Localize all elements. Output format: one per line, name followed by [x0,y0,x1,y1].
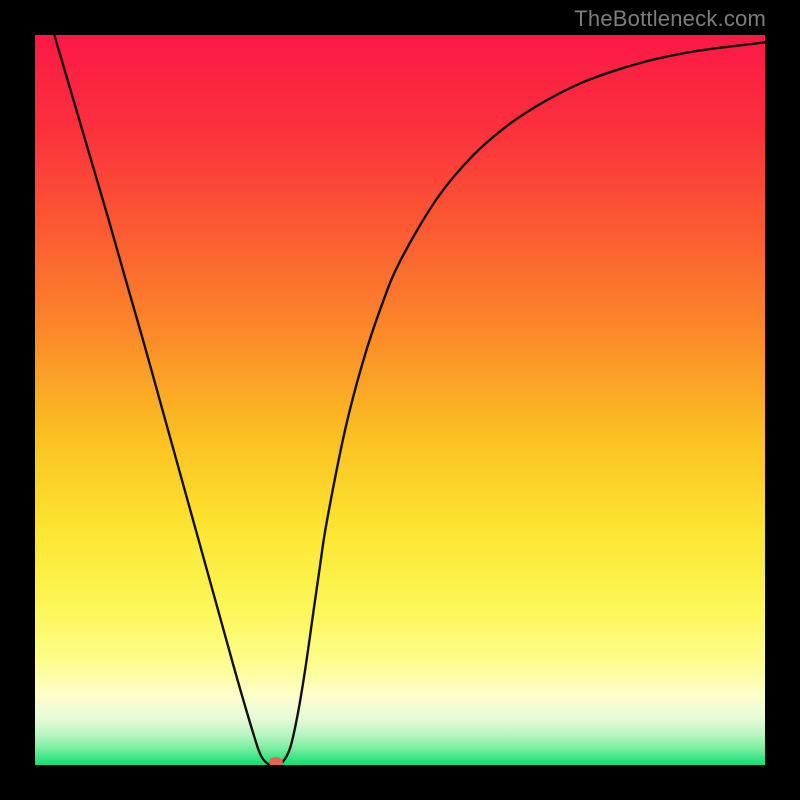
gradient-background [35,35,765,765]
watermark-text: TheBottleneck.com [574,6,766,32]
chart-frame: TheBottleneck.com [0,0,800,800]
plot-area [35,35,765,765]
bottleneck-curve-chart [35,35,765,765]
